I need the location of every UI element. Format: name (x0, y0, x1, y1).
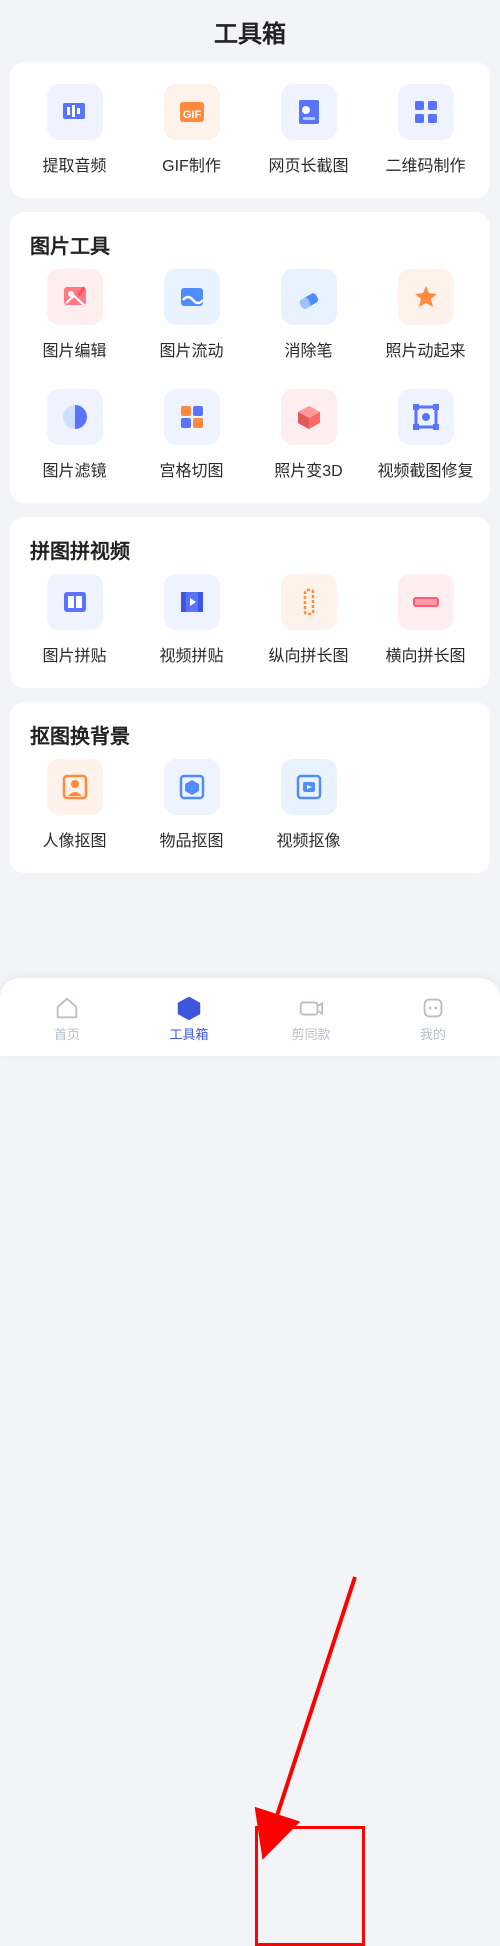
tool-label: 横向拼长图 (385, 642, 465, 666)
tool-label: 图片流动 (159, 337, 223, 361)
qr-icon (398, 84, 454, 140)
tool-label: 视频抠像 (276, 827, 340, 851)
tool-label: 人像抠图 (42, 827, 106, 851)
tool-image-flow[interactable]: 图片流动 (133, 269, 250, 361)
tool-label: 照片变3D (274, 457, 342, 481)
nav-label: 工具箱 (169, 1024, 208, 1043)
tool-label: 纵向拼长图 (268, 642, 348, 666)
tool-label: 图片滤镜 (42, 457, 106, 481)
tool-photo-3d[interactable]: 照片变3D (250, 389, 367, 481)
tool-label: 物品抠图 (159, 827, 223, 851)
toolbox-icon (175, 994, 203, 1022)
vertical-strip-icon (281, 574, 337, 630)
tool-photo-animate[interactable]: 照片动起来 (367, 269, 484, 361)
tool-extract-audio[interactable]: 提取音频 (16, 84, 133, 176)
tool-image-filter[interactable]: 图片滤镜 (16, 389, 133, 481)
tool-label: 图片拼贴 (42, 642, 106, 666)
nav-mine[interactable]: 我的 (372, 994, 494, 1043)
tool-image-collage[interactable]: 图片拼贴 (16, 574, 133, 666)
annotation-arrow-icon (215, 1567, 375, 1867)
nav-same-style[interactable]: 剪同款 (250, 994, 372, 1043)
image-edit-icon (47, 269, 103, 325)
cube3d-icon (281, 389, 337, 445)
crop-repair-icon (398, 389, 454, 445)
section-title: 抠图换背景 (16, 718, 484, 759)
tool-grid: 人像抠图 物品抠图 视频抠像 (16, 759, 484, 851)
section-title: 拼图拼视频 (16, 533, 484, 574)
tool-label: 照片动起来 (385, 337, 465, 361)
horizontal-strip-icon (398, 574, 454, 630)
tool-video-collage[interactable]: 视频拼贴 (133, 574, 250, 666)
tool-object-cutout[interactable]: 物品抠图 (133, 759, 250, 851)
tool-vertical-long[interactable]: 纵向拼长图 (250, 574, 367, 666)
tool-qr-maker[interactable]: 二维码制作 (367, 84, 484, 176)
profile-icon (419, 994, 447, 1022)
tool-section: 拼图拼视频图片拼贴 视频拼贴 纵向拼长图 横向拼长图 (10, 517, 490, 688)
tool-label: 网页长截图 (268, 152, 348, 176)
nav-label: 我的 (420, 1024, 446, 1043)
annotation-highlight-box (255, 1826, 365, 1946)
tool-section: 抠图换背景人像抠图 物品抠图 视频抠像 (10, 702, 490, 873)
tool-label: 提取音频 (42, 152, 106, 176)
tool-grid-cut[interactable]: 宫格切图 (133, 389, 250, 481)
collage-icon (47, 574, 103, 630)
tool-label: 视频截图修复 (377, 457, 473, 481)
tool-gif-maker[interactable]: GIF制作 (133, 84, 250, 176)
page-title-text: 工具箱 (214, 14, 286, 49)
tool-section: 图片工具图片编辑 图片流动 消除笔 照片动起来图片滤镜 宫格切图 照片变3D 视频截图修复 (10, 212, 490, 503)
grid-icon (164, 389, 220, 445)
tool-eraser[interactable]: 消除笔 (250, 269, 367, 361)
nav-home[interactable]: 首页 (6, 994, 128, 1043)
tool-grid: 提取音频 GIF制作 网页长截图 二维码制作 (16, 84, 484, 176)
page-title: 工具箱 (0, 0, 500, 62)
tool-label: 宫格切图 (159, 457, 223, 481)
tool-image-edit[interactable]: 图片编辑 (16, 269, 133, 361)
tool-section: 提取音频 GIF制作 网页长截图 二维码制作 (10, 62, 490, 198)
tool-grid: 图片拼贴 视频拼贴 纵向拼长图 横向拼长图 (16, 574, 484, 666)
tool-webpage-long-screenshot[interactable]: 网页长截图 (250, 84, 367, 176)
tool-label: 消除笔 (284, 337, 332, 361)
home-icon (53, 994, 81, 1022)
gif-icon (164, 84, 220, 140)
photo-animate-icon (398, 269, 454, 325)
tool-video-matting[interactable]: 视频抠像 (250, 759, 367, 851)
tool-video-screenshot-repair[interactable]: 视频截图修复 (367, 389, 484, 481)
nav-label: 剪同款 (291, 1024, 330, 1043)
image-flow-icon (164, 269, 220, 325)
tool-portrait-cutout[interactable]: 人像抠图 (16, 759, 133, 851)
tool-grid: 图片编辑 图片流动 消除笔 照片动起来图片滤镜 宫格切图 照片变3D 视频截图修复 (16, 269, 484, 481)
eraser-icon (281, 269, 337, 325)
section-title: 图片工具 (16, 228, 484, 269)
nav-label: 首页 (54, 1024, 80, 1043)
portrait-cutout-icon (47, 759, 103, 815)
object-cutout-icon (164, 759, 220, 815)
camera-icon (297, 994, 325, 1022)
content-scroll[interactable]: 提取音频GIF制作网页长截图二维码制作图片工具图片编辑图片流动消除笔照片动起来图… (0, 62, 500, 977)
video-matting-icon (281, 759, 337, 815)
tool-label: 二维码制作 (385, 152, 465, 176)
audio-extract-icon (47, 84, 103, 140)
webpage-shot-icon (281, 84, 337, 140)
tool-label: GIF制作 (162, 152, 221, 176)
video-collage-icon (164, 574, 220, 630)
nav-toolbox[interactable]: 工具箱 (128, 994, 250, 1043)
tool-label: 图片编辑 (42, 337, 106, 361)
tool-label: 视频拼贴 (159, 642, 223, 666)
filter-icon (47, 389, 103, 445)
bottom-nav: 首页 工具箱 剪同款 我的 (0, 978, 500, 1056)
tool-horizontal-long[interactable]: 横向拼长图 (367, 574, 484, 666)
